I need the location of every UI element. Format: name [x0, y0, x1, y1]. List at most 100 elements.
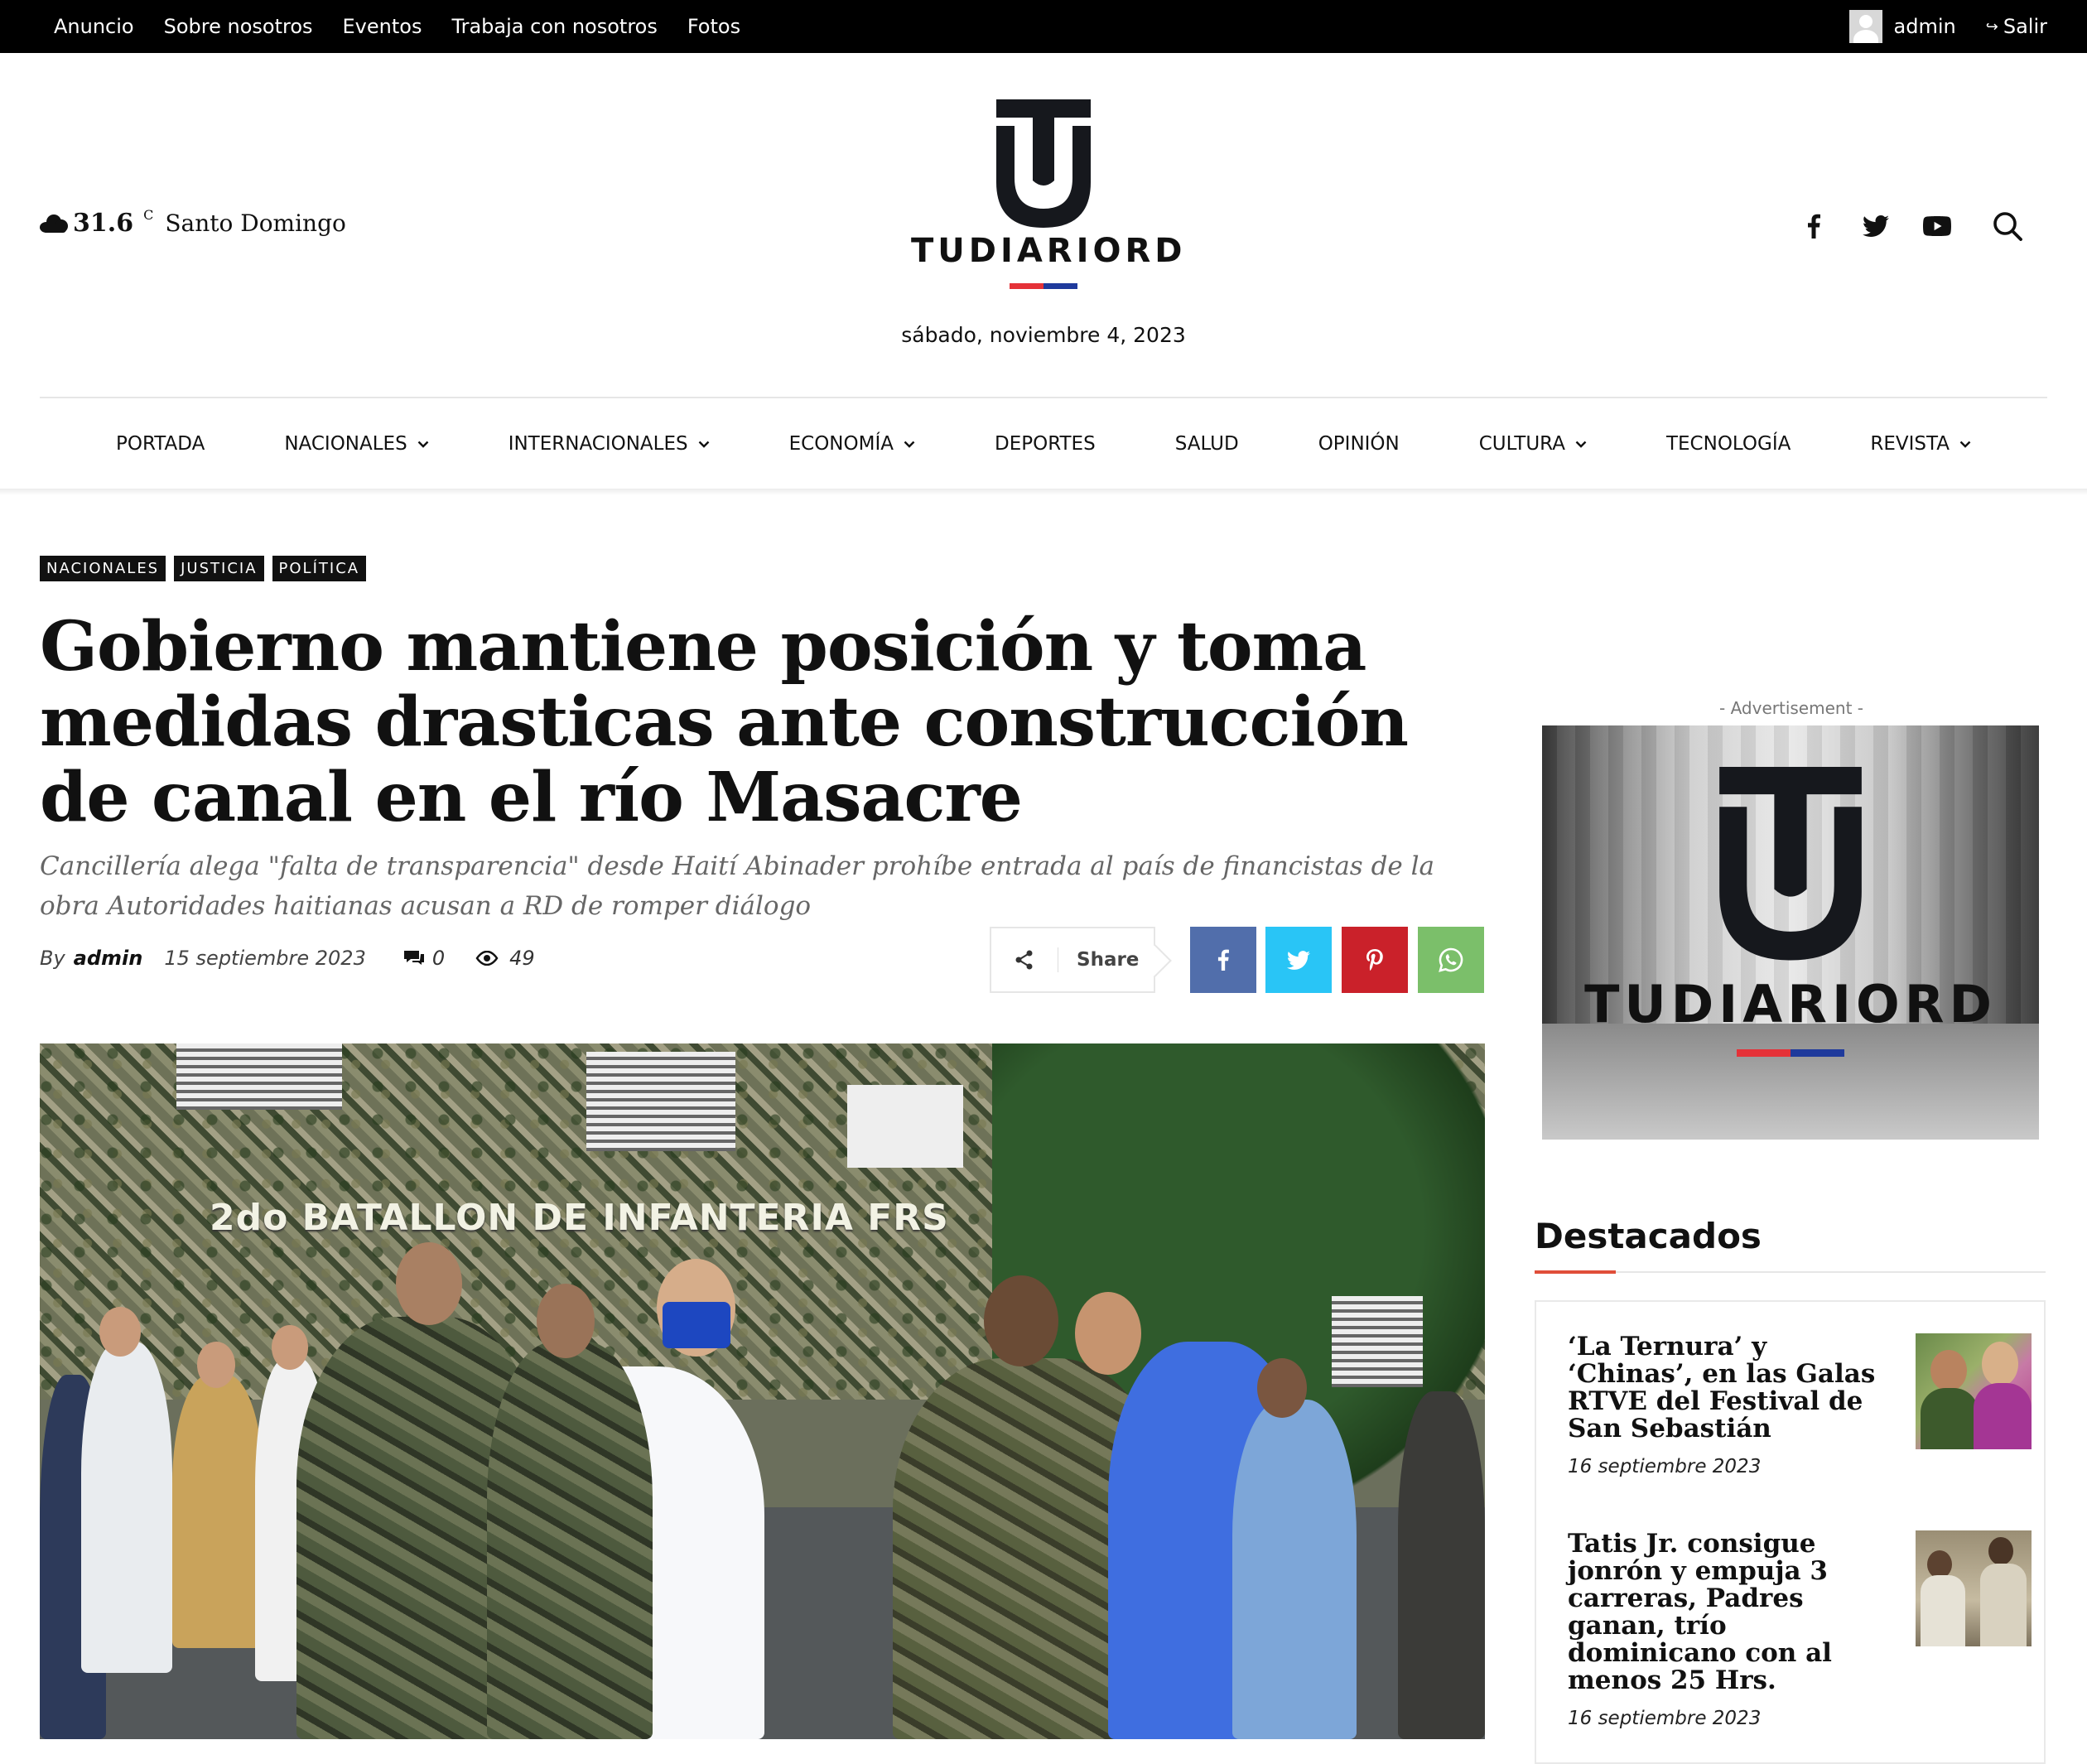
- header-date: sábado, noviembre 4, 2023: [901, 323, 1186, 347]
- share-icon: [1015, 950, 1033, 970]
- avatar[interactable]: [1848, 10, 1882, 43]
- hero-vent: [586, 1052, 735, 1151]
- share-button[interactable]: Share: [990, 927, 1172, 993]
- facebook-button[interactable]: [1795, 207, 1833, 245]
- top-link-fotos[interactable]: Fotos: [687, 15, 740, 38]
- author-link[interactable]: admin: [74, 947, 143, 970]
- nav-item-internacionales[interactable]: INTERNACIONALES: [469, 433, 749, 455]
- logout-link[interactable]: ↪ Salir: [1986, 15, 2047, 38]
- share-pinterest-button[interactable]: [1342, 927, 1408, 993]
- facebook-icon: [1808, 214, 1820, 239]
- chevron-down-icon: [417, 441, 429, 448]
- featured-section-title: Destacados: [1535, 1216, 1762, 1256]
- share-facebook-button[interactable]: [1190, 927, 1256, 993]
- category-tag[interactable]: POLÍTICA: [272, 556, 367, 581]
- logout-label: Salir: [2003, 15, 2047, 38]
- category-tag[interactable]: NACIONALES: [40, 556, 166, 581]
- hero-woman: [1232, 1400, 1357, 1739]
- nav-item-tecnologia[interactable]: TECNOLOGÍA: [1627, 433, 1830, 455]
- logout-icon: ↪: [1985, 17, 1998, 36]
- nav-item-salud[interactable]: SALUD: [1135, 433, 1279, 455]
- weather-unit: C: [143, 207, 154, 223]
- whatsapp-icon: [1439, 947, 1463, 972]
- nav-label: REVISTA: [1870, 433, 1950, 455]
- eye-icon: [475, 951, 499, 966]
- logo-mark-icon: [1719, 767, 1862, 961]
- nav-item-opinion[interactable]: OPINIÓN: [1279, 433, 1439, 455]
- twitter-button[interactable]: [1857, 207, 1895, 245]
- search-button[interactable]: [1988, 207, 2027, 245]
- featured-item[interactable]: ‘La Ternura’ y ‘Chinas’, en las Galas RT…: [1568, 1333, 2032, 1477]
- weather-widget: 31.6 C Santo Domingo: [40, 207, 346, 238]
- hero-soldier: [487, 1342, 653, 1739]
- nav-item-deportes[interactable]: DEPORTES: [955, 433, 1135, 455]
- logo-flag-bar: [1010, 283, 1077, 289]
- views-count: 49: [475, 947, 535, 970]
- nav-label: CULTURA: [1478, 433, 1565, 455]
- user-area: admin ↪ Salir: [1848, 0, 2047, 53]
- ad-wordmark: TUDIARIORD: [1584, 974, 1997, 1034]
- logo-wordmark: TUDIARIORD: [911, 232, 1187, 270]
- username[interactable]: admin: [1894, 15, 1956, 38]
- chevron-down-icon: [1959, 441, 1971, 448]
- article-date: 15 septiembre 2023: [164, 947, 366, 970]
- youtube-button[interactable]: [1918, 207, 1956, 245]
- article-subtitle: Cancillería alega "falta de transparenci…: [40, 851, 1435, 921]
- nav-item-revista[interactable]: REVISTA: [1830, 433, 2011, 455]
- pinterest-icon: [1366, 949, 1383, 971]
- nav-label: DEPORTES: [994, 433, 1096, 455]
- site-logo[interactable]: TUDIARIORD: [911, 99, 1187, 289]
- nav-label: PORTADA: [115, 433, 205, 455]
- featured-item-date: 16 septiembre 2023: [1568, 1456, 1762, 1477]
- advertisement-banner[interactable]: TUDIARIORD: [1542, 725, 2039, 1140]
- article-hero-image[interactable]: 2do BATALLON DE INFANTERIA FRS: [40, 1043, 1485, 1739]
- top-link-trabaja[interactable]: Trabaja con nosotros: [451, 15, 657, 38]
- featured-item-title[interactable]: ‘La Ternura’ y ‘Chinas’, en las Galas RT…: [1568, 1333, 1878, 1443]
- hero-person: [81, 1342, 172, 1673]
- hero-sign-text: 2do BATALLON DE INFANTERIA FRS: [210, 1197, 949, 1239]
- comments-count[interactable]: 0: [403, 947, 446, 970]
- hero-vent: [1332, 1296, 1423, 1387]
- category-tag[interactable]: JUSTICIA: [174, 556, 264, 581]
- logo-mark-icon: [996, 99, 1091, 228]
- featured-item-thumbnail[interactable]: [1916, 1333, 2032, 1449]
- hero-window: [847, 1085, 963, 1168]
- top-link-anuncio[interactable]: Anuncio: [54, 15, 134, 38]
- nav-item-cultura[interactable]: CULTURA: [1439, 433, 1627, 455]
- weather-city: Santo Domingo: [165, 210, 346, 237]
- nav-item-nacionales[interactable]: NACIONALES: [244, 433, 468, 455]
- hero-vent: [176, 1043, 342, 1110]
- main-nav: PORTADA NACIONALES INTERNACIONALES ECONO…: [0, 398, 2087, 489]
- nav-label: SALUD: [1174, 433, 1239, 455]
- facebook-icon: [1217, 949, 1229, 971]
- featured-item-date: 16 septiembre 2023: [1568, 1708, 1762, 1729]
- top-bar: Anuncio Sobre nosotros Eventos Trabaja c…: [0, 0, 2087, 53]
- nav-label: TECNOLOGÍA: [1665, 433, 1791, 455]
- twitter-icon: [1287, 950, 1310, 970]
- featured-item-thumbnail[interactable]: [1916, 1530, 2032, 1646]
- featured-item-title[interactable]: Tatis Jr. consigue jonrón y empuja 3 car…: [1568, 1530, 1878, 1694]
- advertisement-label: - Advertisement -: [1719, 698, 1863, 718]
- share-twitter-button[interactable]: [1265, 927, 1332, 993]
- top-link-sobre-nosotros[interactable]: Sobre nosotros: [164, 15, 313, 38]
- byline-prefix: By: [40, 947, 65, 970]
- featured-item[interactable]: Tatis Jr. consigue jonrón y empuja 3 car…: [1568, 1530, 2032, 1729]
- top-link-eventos[interactable]: Eventos: [343, 15, 422, 38]
- youtube-icon: [1923, 216, 1951, 236]
- twitter-icon: [1863, 215, 1889, 237]
- chevron-down-icon: [1575, 441, 1587, 448]
- nav-item-portada[interactable]: PORTADA: [76, 433, 244, 455]
- chevron-down-icon: [904, 441, 915, 448]
- weather-temp: 31.6: [73, 209, 134, 238]
- chevron-down-icon: [698, 441, 709, 448]
- featured-list: ‘La Ternura’ y ‘Chinas’, en las Galas RT…: [1535, 1300, 2046, 1764]
- share-whatsapp-button[interactable]: [1418, 927, 1484, 993]
- nav-shadow: [0, 489, 2087, 495]
- cloud-icon: [40, 214, 68, 233]
- comment-icon: [403, 951, 424, 965]
- comments-value: 0: [431, 947, 446, 970]
- category-tags: NACIONALES JUSTICIA POLÍTICA: [40, 556, 367, 581]
- nav-item-economia[interactable]: ECONOMÍA: [749, 433, 955, 455]
- share-label: Share: [1077, 949, 1140, 971]
- ad-logo: TUDIARIORD: [1542, 767, 2039, 1057]
